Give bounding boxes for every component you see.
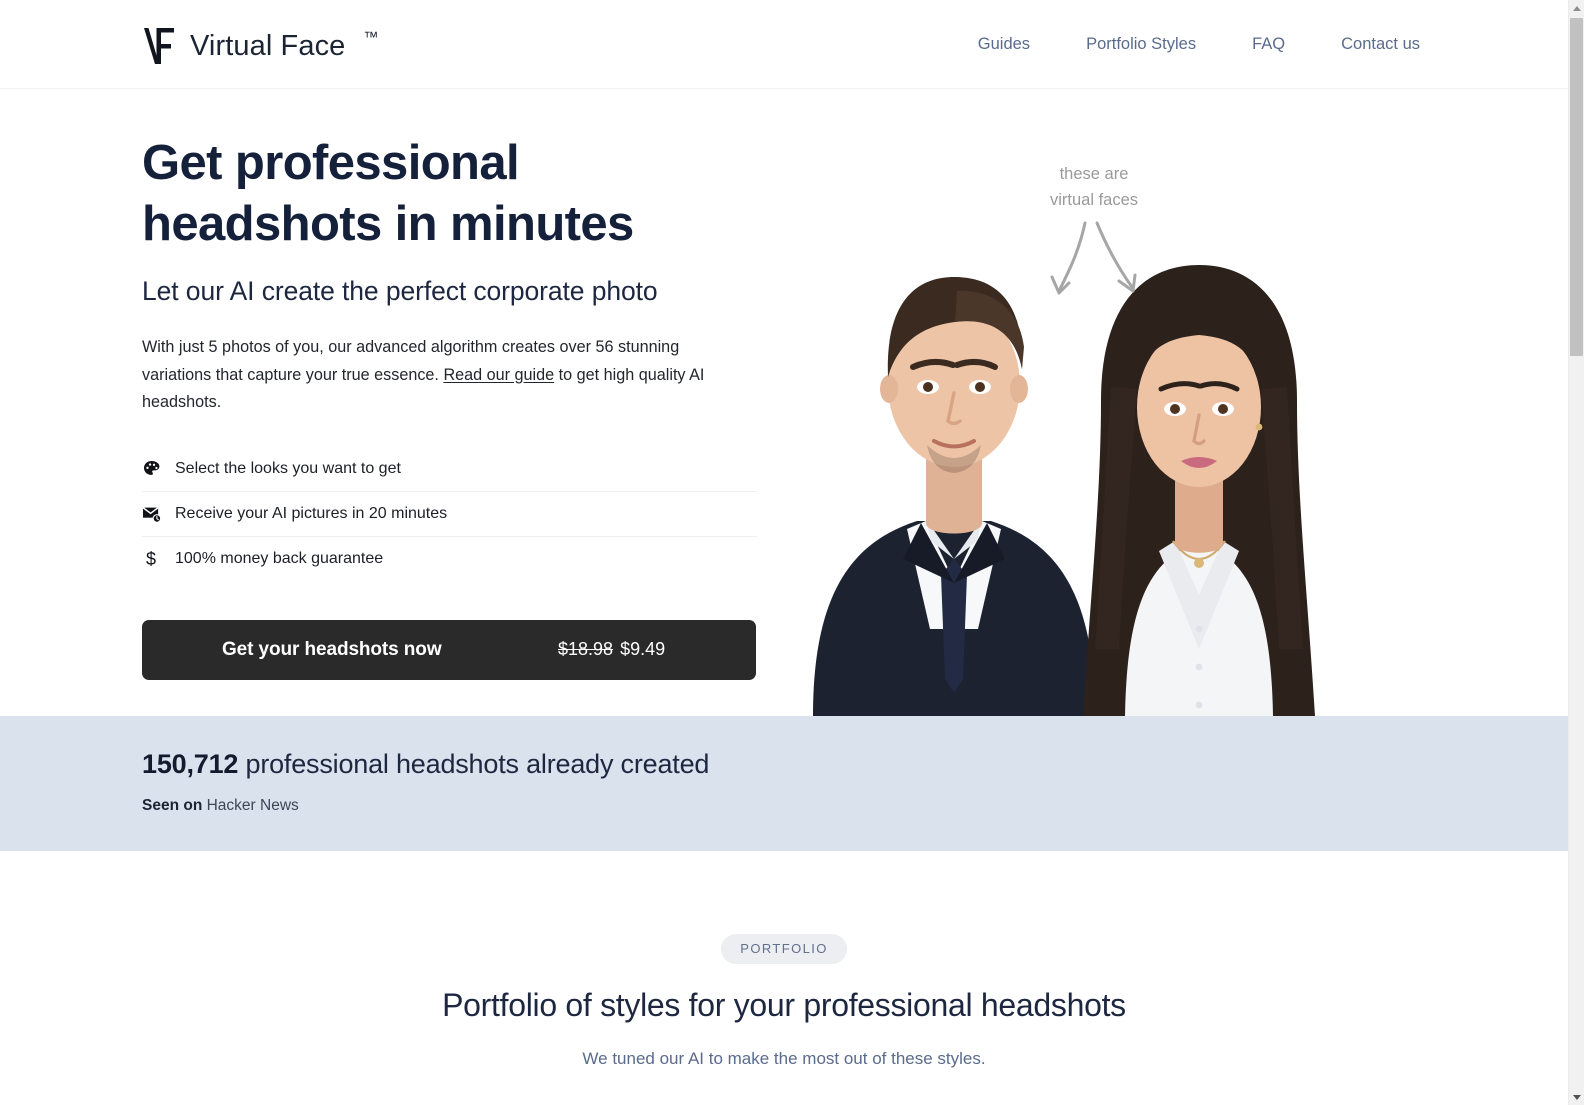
- nav-link-portfolio-styles[interactable]: Portfolio Styles: [1086, 27, 1196, 62]
- dollar-icon: $: [142, 549, 172, 570]
- brand-logo[interactable]: Virtual Face ™: [142, 22, 378, 70]
- trademark-symbol: ™: [363, 28, 379, 46]
- chevron-down-icon: [1572, 1094, 1581, 1100]
- headshots-created-count: 150,712: [142, 749, 239, 779]
- read-our-guide-link[interactable]: Read our guide: [443, 366, 554, 384]
- feature-row: Select the looks you want to get: [142, 447, 757, 492]
- scrollbar-thumb[interactable]: [1570, 18, 1583, 356]
- scrollbar-down-button[interactable]: [1569, 1089, 1584, 1105]
- site-header: Virtual Face ™ Guides Portfolio Styles F…: [0, 0, 1568, 89]
- page-title: Get professional headshots in minutes: [142, 133, 772, 255]
- feature-label: Select the looks you want to get: [175, 459, 401, 477]
- feature-list: Select the looks you want to get Receive: [142, 447, 757, 582]
- hero-section: Get professional headshots in minutes Le…: [0, 89, 1568, 716]
- seen-on-line: Seen on Hacker News: [142, 797, 709, 815]
- stats-content: 150,712 professional headshots already c…: [142, 749, 709, 815]
- headshots-created-suffix: professional headshots already created: [238, 749, 710, 779]
- main-navigation: Guides Portfolio Styles FAQ Contact us: [978, 0, 1420, 89]
- hero-copy-column: Get professional headshots in minutes Le…: [142, 133, 772, 680]
- mail-clock-icon: [142, 505, 172, 523]
- feature-row: $ 100% money back guarantee: [142, 537, 757, 582]
- vf-monogram-logo-icon: [144, 28, 174, 64]
- palette-icon: [142, 459, 172, 478]
- portfolio-title: Portfolio of styles for your professiona…: [442, 987, 1126, 1023]
- woman-figure: [1083, 265, 1315, 716]
- feature-label: 100% money back guarantee: [175, 550, 384, 567]
- dollar-glyph: $: [146, 548, 157, 569]
- headshots-created-line: 150,712 professional headshots already c…: [142, 749, 709, 780]
- feature-label: Receive your AI pictures in 20 minutes: [175, 504, 448, 522]
- nav-link-guides[interactable]: Guides: [978, 27, 1030, 62]
- nav-link-faq[interactable]: FAQ: [1252, 27, 1285, 62]
- scrollbar-up-button[interactable]: [1569, 0, 1584, 16]
- stats-band: 150,712 professional headshots already c…: [0, 716, 1568, 851]
- portfolio-badge: PORTFOLIO: [721, 934, 847, 964]
- cta-price-original: $18.98: [558, 639, 614, 659]
- seen-on-source: Hacker News: [202, 797, 299, 814]
- portfolio-subtitle: We tuned our AI to make the most out of …: [582, 1049, 986, 1068]
- hero-title-line-2: headshots in minutes: [142, 197, 634, 251]
- hero-title-line-1: Get professional: [142, 136, 520, 190]
- page-root: Virtual Face ™ Guides Portfolio Styles F…: [0, 0, 1584, 1105]
- cta-price-discounted: $9.49: [620, 639, 666, 659]
- cta-price: $18.98 $9.49: [558, 639, 665, 660]
- hero-description: With just 5 photos of you, our advanced …: [142, 334, 742, 417]
- hero-subtitle: Let our AI create the perfect corporate …: [142, 276, 658, 306]
- cta-label: Get your headshots now: [222, 638, 442, 660]
- nav-link-contact-us[interactable]: Contact us: [1341, 27, 1420, 62]
- seen-on-label: Seen on: [142, 797, 203, 814]
- portfolio-section: PORTFOLIO Portfolio of styles for your p…: [0, 851, 1568, 1105]
- get-headshots-button[interactable]: Get your headshots now $18.98 $9.49: [142, 619, 756, 680]
- brand-name: Virtual Face: [190, 29, 346, 62]
- chevron-up-icon: [1572, 5, 1581, 11]
- page-content: Virtual Face ™ Guides Portfolio Styles F…: [0, 0, 1568, 1105]
- feature-row: Receive your AI pictures in 20 minutes: [142, 492, 757, 537]
- hero-photo: [795, 89, 1405, 716]
- vertical-scrollbar[interactable]: [1568, 0, 1584, 1105]
